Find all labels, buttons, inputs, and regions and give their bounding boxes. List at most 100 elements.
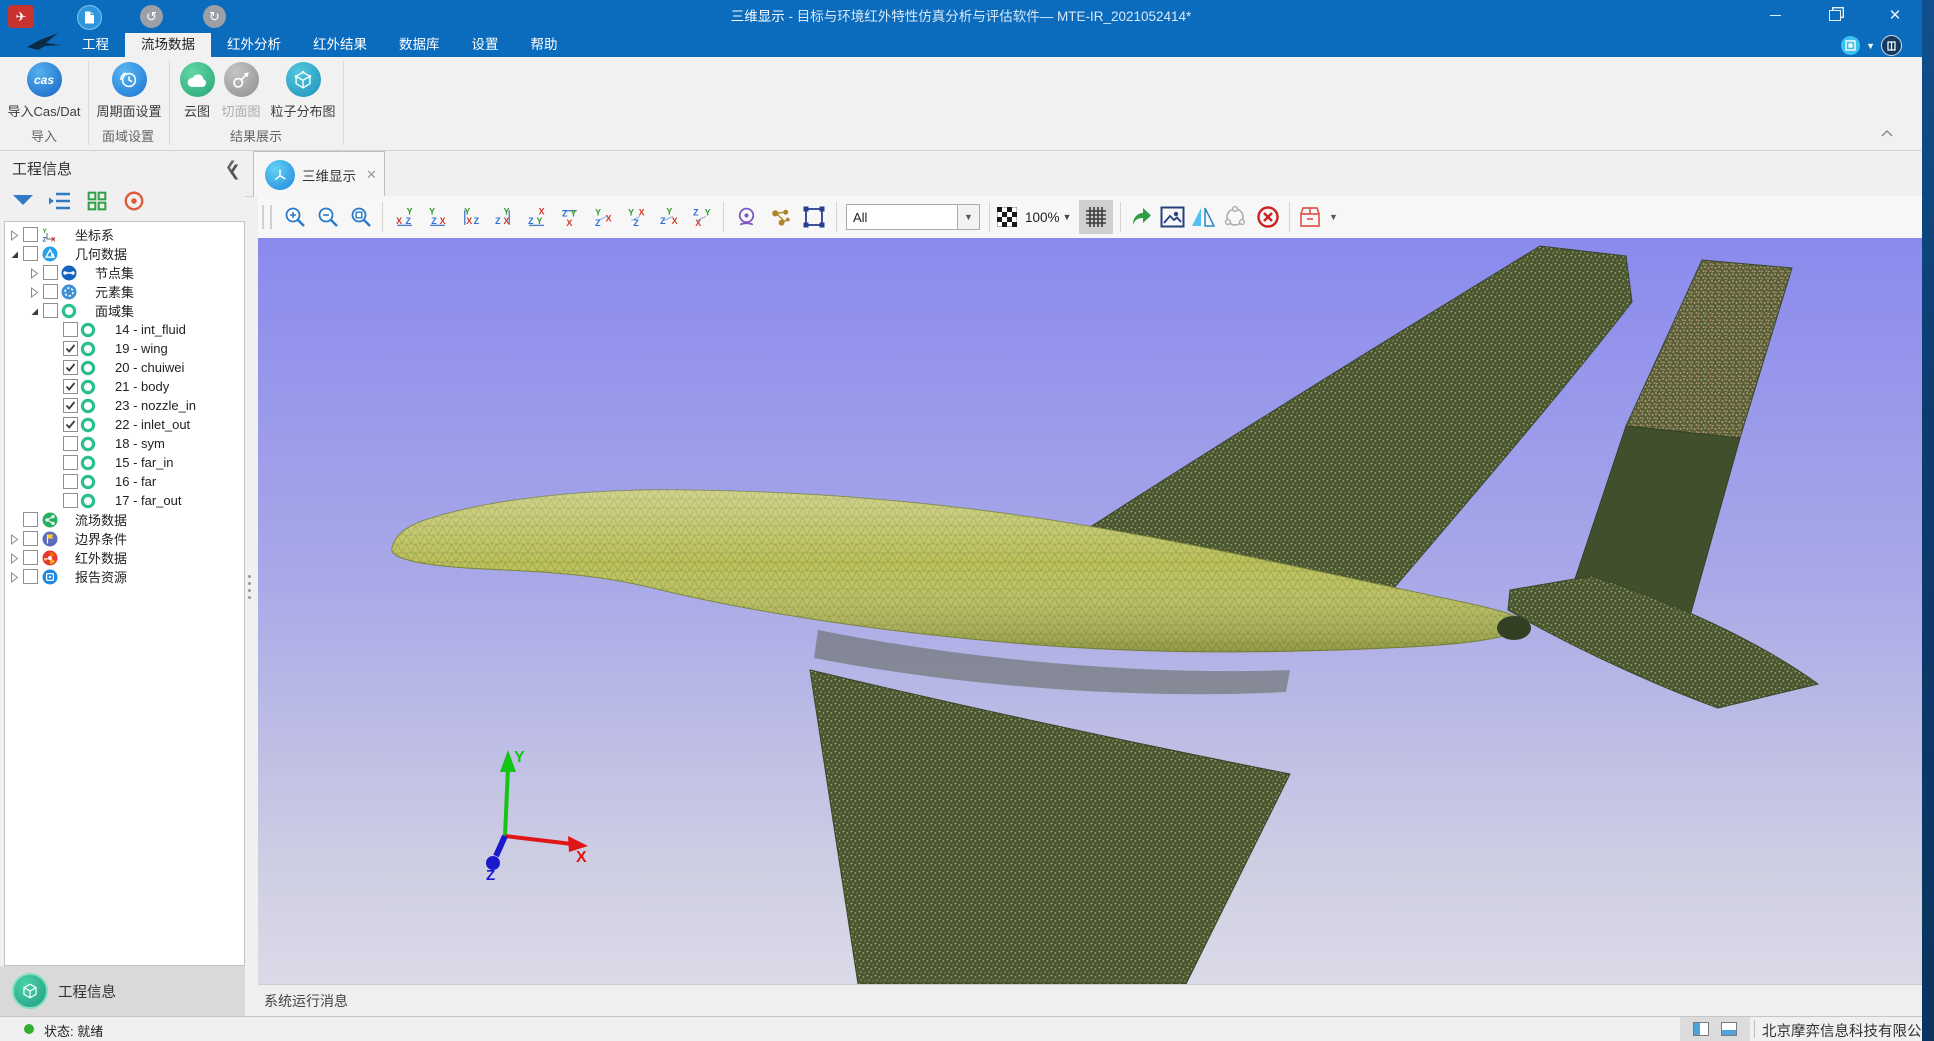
zoom-out-button[interactable] xyxy=(311,201,344,233)
tree-checkbox[interactable] xyxy=(43,265,58,280)
tree-checkbox[interactable] xyxy=(63,417,78,432)
particle-nodes-button[interactable] xyxy=(763,201,797,233)
tree-row--[interactable]: 边界条件 xyxy=(5,529,244,548)
export-view-button[interactable] xyxy=(1126,201,1156,233)
menu-tab-1[interactable]: 流场数据 xyxy=(125,33,211,57)
tree-row-15-far-in[interactable]: 15 - far_in xyxy=(5,453,244,472)
project-panel-footer[interactable]: 工程信息 xyxy=(0,966,245,1016)
tree-row--[interactable]: 报告资源 xyxy=(5,567,244,586)
tree-checkbox[interactable] xyxy=(63,341,78,356)
view-orientation-button-5[interactable]: XZY xyxy=(520,201,553,233)
view-orientation-button-3[interactable]: YXZ xyxy=(454,201,487,233)
bottom-panel-toggle-icon[interactable] xyxy=(1721,1022,1737,1036)
tree-checkbox[interactable] xyxy=(63,379,78,394)
tree-row-14-int-fluid[interactable]: 14 - int_fluid xyxy=(5,320,244,339)
tree-checkbox[interactable] xyxy=(23,512,38,527)
tree-collapsed-icon[interactable] xyxy=(29,267,40,278)
tree-collapsed-icon[interactable] xyxy=(29,286,40,297)
grid-view-button[interactable] xyxy=(84,188,109,213)
tree-checkbox[interactable] xyxy=(43,284,58,299)
tab-close-icon[interactable]: ✕ xyxy=(366,167,377,183)
menu-tab-6[interactable]: 帮助 xyxy=(515,33,574,57)
tree-checkbox[interactable] xyxy=(63,398,78,413)
tree-collapsed-icon[interactable] xyxy=(9,552,20,563)
tree-row-21-body[interactable]: 21 - body xyxy=(5,377,244,396)
tree-row-22-inlet-out[interactable]: 22 - inlet_out xyxy=(5,415,244,434)
display-filter-combobox[interactable]: All ▼ xyxy=(846,204,980,230)
ribbon-button-cas[interactable]: cas导入Cas/Dat xyxy=(0,62,90,120)
toggle-mesh-button[interactable] xyxy=(1079,200,1113,234)
collapse-ribbon-icon[interactable] xyxy=(1880,129,1894,138)
collapse-list-button[interactable] xyxy=(47,188,72,213)
expand-all-button[interactable] xyxy=(10,188,35,213)
snapshot-button[interactable] xyxy=(1156,201,1188,233)
tree-checkbox[interactable] xyxy=(63,322,78,337)
tree-checkbox[interactable] xyxy=(23,227,38,242)
tree-collapsed-icon[interactable] xyxy=(9,533,20,544)
view-orientation-button-6[interactable]: ZYX xyxy=(553,201,586,233)
close-button[interactable]: ✕ xyxy=(1872,0,1918,30)
zoom-in-button[interactable] xyxy=(278,201,311,233)
menu-tab-2[interactable]: 红外分析 xyxy=(211,33,297,57)
tree-checkbox[interactable] xyxy=(23,531,38,546)
panel-splitter[interactable] xyxy=(248,575,251,599)
locate-target-button[interactable] xyxy=(121,188,146,213)
tree-checkbox[interactable] xyxy=(63,474,78,489)
tree-row-23-nozzle-in[interactable]: 23 - nozzle_in xyxy=(5,396,244,415)
opacity-dropdown-icon[interactable]: ▼ xyxy=(1063,212,1072,222)
tree-checkbox[interactable] xyxy=(63,436,78,451)
tab-scroll-left-button[interactable]: ❮ xyxy=(228,162,241,180)
delete-result-button[interactable] xyxy=(1252,201,1284,233)
tree-row--[interactable]: 元素集 xyxy=(5,282,244,301)
minimize-button[interactable] xyxy=(1752,0,1798,30)
view-orientation-button-10[interactable]: ZYX xyxy=(685,201,718,233)
zoom-fit-button[interactable] xyxy=(344,201,377,233)
view-orientation-button-9[interactable]: YZX xyxy=(652,201,685,233)
menu-tab-3[interactable]: 红外结果 xyxy=(297,33,383,57)
window-style-button[interactable] xyxy=(1841,36,1860,55)
tree-row-17-far-out[interactable]: 17 - far_out xyxy=(5,491,244,510)
tree-expanded-icon[interactable] xyxy=(29,305,40,316)
tree-row-16-far[interactable]: 16 - far xyxy=(5,472,244,491)
tree-row-18-sym[interactable]: 18 - sym xyxy=(5,434,244,453)
tree-row--[interactable]: 节点集 xyxy=(5,263,244,282)
tree-row-20-chuiwei[interactable]: 20 - chuiwei xyxy=(5,358,244,377)
tree-row--[interactable]: 几何数据 xyxy=(5,244,244,263)
camera-view-button[interactable] xyxy=(729,201,763,233)
viewport-3d[interactable]: Y X Z xyxy=(258,238,1922,984)
tree-row--[interactable]: 流场数据 xyxy=(5,510,244,529)
chevron-down-icon[interactable]: ▼ xyxy=(1866,41,1875,51)
tree-checkbox[interactable] xyxy=(23,569,38,584)
tree-expanded-icon[interactable] xyxy=(9,248,20,259)
view-orientation-button-7[interactable]: YXZ xyxy=(586,201,619,233)
toolbar-drag-handle[interactable] xyxy=(262,205,272,229)
box-tool-dropdown-icon[interactable]: ▼ xyxy=(1325,201,1341,233)
tab-3d-display[interactable]: 三维显示 ✕ xyxy=(253,151,385,197)
tree-row--[interactable]: 红外数据 xyxy=(5,548,244,567)
tree-row--[interactable]: 面域集 xyxy=(5,301,244,320)
ribbon-button-cube[interactable]: 粒子分布图 xyxy=(257,62,349,120)
tree-checkbox[interactable] xyxy=(63,493,78,508)
menu-tab-0[interactable]: 工程 xyxy=(66,33,125,57)
maximize-button[interactable] xyxy=(1812,0,1858,30)
view-orientation-button-8[interactable]: YXZ xyxy=(619,201,652,233)
tree-checkbox[interactable] xyxy=(63,455,78,470)
mirror-button[interactable] xyxy=(1188,201,1218,233)
view-orientation-button-4[interactable]: YZX xyxy=(487,201,520,233)
tree-row-19-wing[interactable]: 19 - wing xyxy=(5,339,244,358)
combobox-dropdown-button[interactable]: ▼ xyxy=(957,205,979,229)
select-region-button[interactable] xyxy=(797,201,831,233)
tree-collapsed-icon[interactable] xyxy=(9,229,20,240)
tree-checkbox[interactable] xyxy=(43,303,58,318)
menu-tab-4[interactable]: 数据库 xyxy=(383,33,456,57)
tree-collapsed-icon[interactable] xyxy=(9,571,20,582)
view-orientation-button-1[interactable]: XZY xyxy=(388,201,421,233)
box-tool-button[interactable] xyxy=(1295,201,1325,233)
help-button[interactable] xyxy=(1881,35,1902,56)
tree-checkbox[interactable] xyxy=(23,246,38,261)
left-panel-toggle-icon[interactable] xyxy=(1693,1022,1709,1036)
menu-tab-5[interactable]: 设置 xyxy=(456,33,515,57)
tree-row--[interactable]: YZX坐标系 xyxy=(5,225,244,244)
view-orientation-button-2[interactable]: YZX xyxy=(421,201,454,233)
tree-checkbox[interactable] xyxy=(23,550,38,565)
